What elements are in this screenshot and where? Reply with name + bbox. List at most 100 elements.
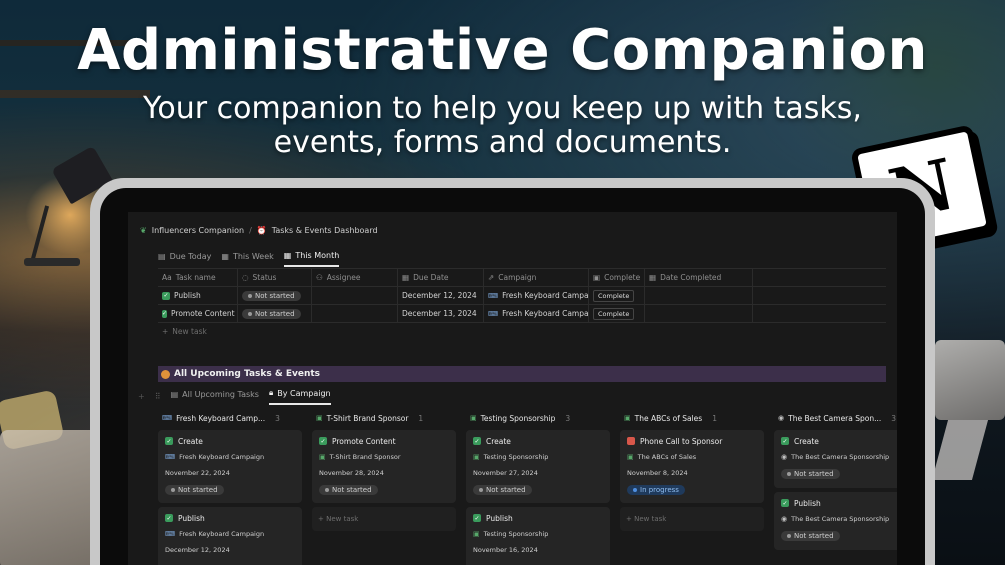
card-title-text: Phone Call to Sponsor: [640, 436, 723, 446]
plant-icon: ❦: [140, 226, 147, 235]
breadcrumb-workspace[interactable]: Influencers Companion: [152, 226, 244, 235]
tab-label: Due Today: [169, 252, 212, 261]
section-heading: All Upcoming Tasks & Events: [158, 366, 886, 382]
text-type-icon: Aa: [162, 273, 172, 282]
checkbox-icon: ✓: [165, 437, 173, 445]
new-task-button[interactable]: + New task: [620, 507, 764, 531]
app-screen: ❦ Influencers Companion / ⏰ Tasks & Even…: [128, 212, 897, 565]
table-row[interactable]: ✓ Promote Content Not started December 13…: [158, 304, 886, 322]
col-complete[interactable]: ▣ Complete: [589, 269, 645, 286]
task-name-cell[interactable]: ✓ Promote Content: [158, 305, 238, 322]
column-header[interactable]: ▣ T-Shirt Brand Sponsor 1: [312, 410, 456, 426]
assignee-cell[interactable]: [312, 305, 398, 322]
card-title-text: Promote Content: [332, 436, 396, 446]
tshirt-icon: ▣: [316, 414, 323, 422]
card-title: ✓ Publish: [781, 497, 897, 509]
keyboard-icon: ⌨: [162, 414, 173, 422]
new-task-button[interactable]: + New task: [158, 322, 886, 340]
card-title: ✓ Create: [781, 435, 897, 447]
breadcrumb-page[interactable]: Tasks & Events Dashboard: [272, 226, 378, 235]
keyboard-icon: ⌨: [488, 309, 499, 318]
assignee-cell[interactable]: [312, 287, 398, 304]
table-header: Aa Task name ◌ Status ⚇ Assignee ▦ Due Date …: [158, 268, 886, 286]
due-date-cell[interactable]: December 12, 2024: [398, 287, 484, 304]
alarm-clock-icon: ⏰: [256, 226, 267, 235]
status-text: Not started: [178, 486, 218, 494]
status-badge: In progress: [627, 485, 685, 495]
col-status[interactable]: ◌ Status: [238, 269, 312, 286]
col-due-date[interactable]: ▦ Due Date: [398, 269, 484, 286]
new-task-button[interactable]: + New task: [312, 507, 456, 531]
status-dot: [171, 488, 175, 492]
campaign-cell[interactable]: ⌨ Fresh Keyboard Campa...: [484, 305, 589, 322]
due-date: December 12, 2024: [402, 291, 477, 300]
task-card[interactable]: ✓ Publish ⌨ Fresh Keyboard Campaign Decemb…: [158, 507, 302, 565]
complete-button[interactable]: Complete: [593, 307, 635, 320]
drag-handle-icon[interactable]: ⠿: [155, 392, 161, 401]
task-name-cell[interactable]: ✓ Publish: [158, 287, 238, 304]
card-status: Not started: [473, 483, 603, 497]
card-title: ✓ Promote Content: [319, 435, 449, 447]
card-title: ✓ Publish: [473, 512, 603, 524]
status-cell[interactable]: Not started: [238, 287, 312, 304]
table-row[interactable]: ✓ Publish Not started December 12, 2024 ⌨…: [158, 286, 886, 304]
column-title: Testing Sponsorship: [480, 413, 556, 423]
calendar-icon: ▦: [649, 273, 657, 282]
task-card[interactable]: ✓ Create ◉ The Best Camera Sponsorship Not…: [774, 430, 897, 488]
tab-by-campaign[interactable]: 🔒︎ By Campaign: [268, 388, 331, 405]
status-badge: Not started: [781, 469, 840, 479]
col-task-name[interactable]: Aa Task name: [158, 269, 238, 286]
plus-icon[interactable]: +: [138, 392, 145, 401]
date-completed-cell[interactable]: [645, 287, 753, 304]
column-title: The Best Camera Spon...: [788, 413, 882, 423]
lock-icon: 🔒︎: [268, 388, 274, 397]
card-title-text: Publish: [178, 513, 205, 523]
card-campaign-text: Testing Sponsorship: [483, 453, 549, 461]
task-card[interactable]: Phone Call to Sponsor ▣ The ABCs of Sales…: [620, 430, 764, 503]
col-assignee[interactable]: ⚇ Assignee: [312, 269, 398, 286]
new-task-label: New task: [326, 515, 359, 523]
column-label: Date Completed: [660, 273, 722, 282]
col-campaign[interactable]: ⇗ Campaign: [484, 269, 589, 286]
campaign-link: Fresh Keyboard Campa...: [502, 309, 589, 318]
tab-label: All Upcoming Tasks: [182, 389, 259, 399]
card-title: ✓ Publish: [165, 512, 295, 524]
tab-label: This Week: [232, 252, 274, 261]
checkbox-icon: ✓: [165, 514, 173, 522]
date-completed-cell[interactable]: [645, 305, 753, 322]
task-card[interactable]: ✓ Create ▣ Testing Sponsorship November 27…: [466, 430, 610, 503]
task-card[interactable]: ✓ Publish ▣ Testing Sponsorship November 1…: [466, 507, 610, 565]
complete-button[interactable]: Complete: [593, 289, 635, 302]
task-card[interactable]: ✓ Promote Content ▣ T-Shirt Brand Sponsor …: [312, 430, 456, 503]
column-header[interactable]: ⌨ Fresh Keyboard Camp... 3: [158, 410, 302, 426]
status-text: Not started: [486, 486, 526, 494]
card-status: Not started: [165, 483, 295, 497]
background-device: [935, 340, 1005, 420]
column-header[interactable]: ▣ Testing Sponsorship 3: [466, 410, 610, 426]
column-count: 3: [891, 413, 897, 423]
column-header[interactable]: ▣ The ABCs of Sales 1: [620, 410, 764, 426]
col-date-completed[interactable]: ▦ Date Completed: [645, 269, 753, 286]
board-column: ⌨ Fresh Keyboard Camp... 3 ✓ Create ⌨ Fresh …: [158, 410, 302, 565]
column-label: Task name: [175, 273, 216, 282]
lamp-base: [24, 258, 80, 266]
tab-this-month[interactable]: ▦ This Month: [283, 251, 340, 267]
due-date-cell[interactable]: December 13, 2024: [398, 305, 484, 322]
tasks-table: Aa Task name ◌ Status ⚇ Assignee ▦ Due Date …: [158, 268, 886, 340]
complete-cell[interactable]: Complete: [589, 305, 645, 322]
complete-cell[interactable]: Complete: [589, 287, 645, 304]
calendar-icon: ▦: [283, 251, 292, 260]
tab-this-week[interactable]: ▦ This Week: [221, 251, 273, 267]
campaign-cell[interactable]: ⌨ Fresh Keyboard Campa...: [484, 287, 589, 304]
status-cell[interactable]: Not started: [238, 305, 312, 322]
task-card[interactable]: ✓ Create ⌨ Fresh Keyboard Campaign Novembe…: [158, 430, 302, 503]
tab-label: By Campaign: [277, 388, 331, 398]
tab-due-today[interactable]: ▤ Due Today: [158, 251, 211, 267]
status-badge: Not started: [242, 290, 301, 301]
column-header[interactable]: ◉ The Best Camera Spon... 3: [774, 410, 897, 426]
tab-all-upcoming-tasks[interactable]: ▤ All Upcoming Tasks: [171, 390, 259, 404]
card-campaign: ◉ The Best Camera Sponsorship: [781, 450, 897, 464]
phone-icon: [627, 437, 635, 445]
status-dot: [248, 311, 252, 316]
task-card[interactable]: ✓ Publish ◉ The Best Camera Sponsorship No…: [774, 492, 897, 550]
